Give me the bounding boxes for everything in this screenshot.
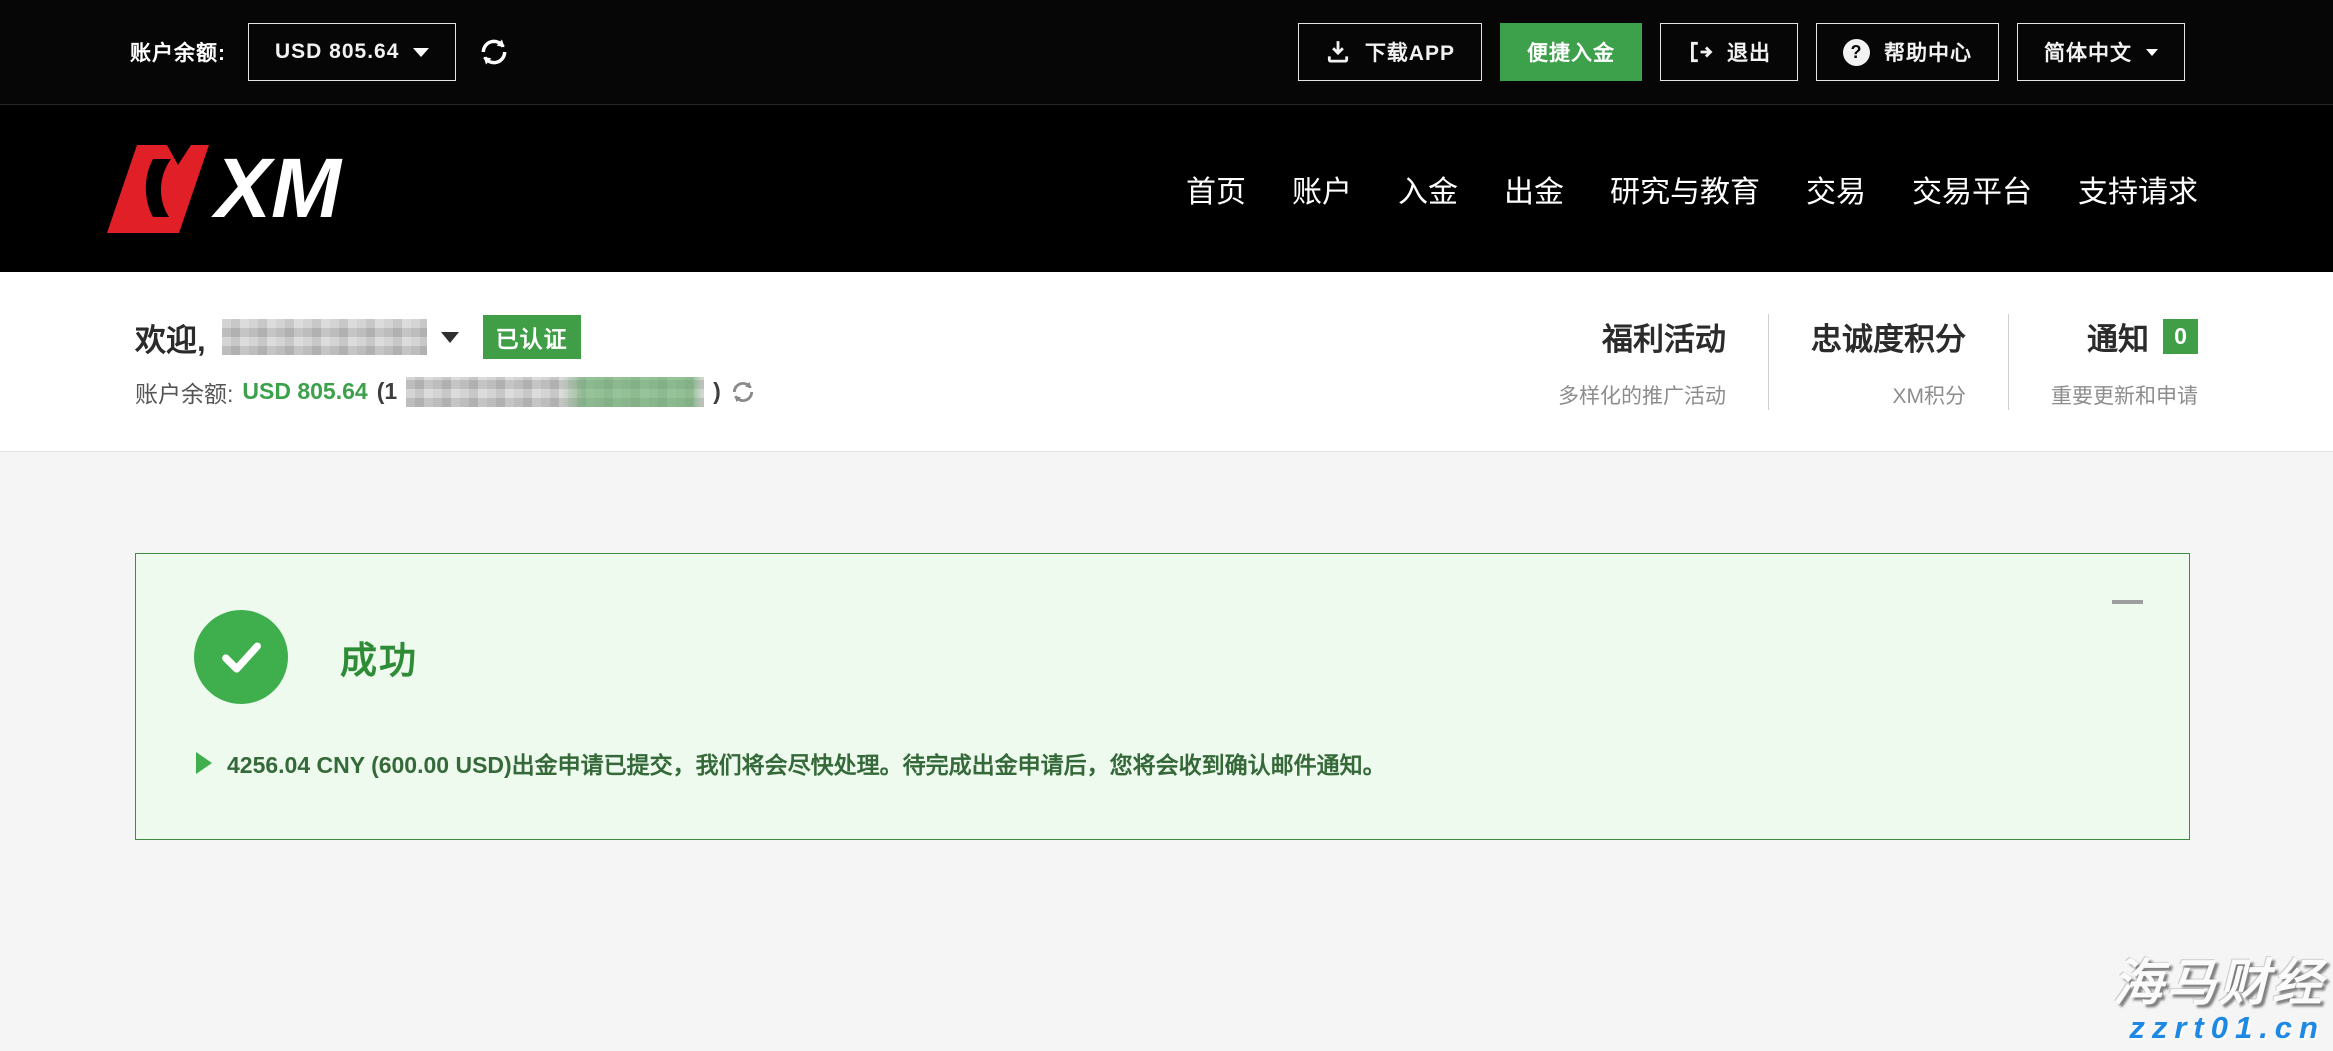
balance-dropdown[interactable]: USD 805.64 — [248, 23, 456, 81]
bullet-triangle-icon — [196, 752, 212, 774]
logout-button[interactable]: 退出 — [1660, 23, 1798, 81]
username-dropdown[interactable] — [222, 319, 459, 355]
nav-item-deposit[interactable]: 入金 — [1398, 167, 1458, 211]
notification-count-badge: 0 — [2163, 319, 2198, 354]
xm-logo[interactable]: XM — [95, 141, 353, 237]
language-dropdown[interactable]: 简体中文 — [2017, 23, 2185, 81]
main-header: XM 首页 账户 入金 出金 研究与教育 交易 交易平台 支持请求 — [0, 105, 2333, 272]
account-number-prefix: (1 — [377, 378, 397, 405]
balance-dropdown-value: USD 805.64 — [275, 40, 399, 64]
help-center-label: 帮助中心 — [1884, 37, 1972, 67]
account-number-suffix: ) — [713, 378, 721, 405]
success-title: 成功 — [340, 630, 418, 684]
stat-notifications-subtitle: 重要更新和申请 — [2051, 380, 2198, 410]
refresh-icon — [730, 379, 756, 405]
stat-loyalty-subtitle: XM积分 — [1811, 380, 1966, 410]
nav-item-withdraw[interactable]: 出金 — [1504, 167, 1564, 211]
help-center-button[interactable]: ? 帮助中心 — [1816, 23, 1999, 81]
success-check-icon — [194, 610, 288, 704]
help-icon: ? — [1843, 39, 1870, 66]
nav-item-platforms[interactable]: 交易平台 — [1912, 167, 2032, 211]
chevron-down-icon — [441, 332, 459, 343]
refresh-balance-button[interactable] — [478, 36, 510, 68]
balance-label: 账户余额: — [135, 375, 233, 409]
nav-item-support[interactable]: 支持请求 — [2078, 167, 2198, 211]
refresh-account-button[interactable] — [730, 379, 756, 405]
download-app-button[interactable]: 下载APP — [1298, 23, 1482, 81]
stat-loyalty-title: 忠诚度积分 — [1811, 314, 1966, 359]
account-number-blurred — [406, 377, 704, 407]
account-balance-label: 账户余额: — [130, 37, 226, 67]
chevron-down-icon — [2146, 49, 2158, 56]
logout-icon — [1687, 39, 1713, 65]
username-blurred — [222, 319, 427, 355]
easy-deposit-button[interactable]: 便捷入金 — [1500, 23, 1642, 81]
nav-item-trading[interactable]: 交易 — [1806, 167, 1866, 211]
welcome-strip: 欢迎, 已认证 账户余额: USD 805.64 (1 ) — [0, 272, 2333, 452]
xm-logo-text: XM — [211, 141, 343, 235]
welcome-greeting: 欢迎, — [135, 315, 206, 360]
success-alert: 成功 4256.04 CNY (600.00 USD)出金申请已提交，我们将会尽… — [135, 553, 2190, 840]
main-nav: 首页 账户 入金 出金 研究与教育 交易 交易平台 支持请求 — [1186, 167, 2198, 211]
download-app-label: 下载APP — [1365, 37, 1455, 67]
stat-loyalty[interactable]: 忠诚度积分 XM积分 — [1768, 314, 2008, 410]
nav-item-home[interactable]: 首页 — [1186, 167, 1246, 211]
logout-label: 退出 — [1727, 37, 1771, 67]
stat-promotions-title: 福利活动 — [1558, 314, 1726, 359]
success-message: 4256.04 CNY (600.00 USD)出金申请已提交，我们将会尽快处理… — [227, 746, 1386, 780]
content-area: 成功 4256.04 CNY (600.00 USD)出金申请已提交，我们将会尽… — [0, 452, 2333, 1051]
stat-notifications[interactable]: 通知 0 重要更新和申请 — [2008, 314, 2198, 410]
refresh-icon — [478, 36, 510, 68]
watermark: 海马财经 zzrt01.cn — [2113, 957, 2325, 1045]
stat-promotions-subtitle: 多样化的推广活动 — [1558, 380, 1726, 410]
language-label: 简体中文 — [2044, 37, 2132, 67]
balance-value: USD 805.64 — [242, 378, 367, 405]
top-utility-bar: 账户余额: USD 805.64 下载A — [0, 0, 2333, 105]
download-icon — [1325, 39, 1351, 65]
stat-notifications-title: 通知 — [2087, 314, 2149, 359]
verified-badge: 已认证 — [483, 315, 581, 359]
easy-deposit-label: 便捷入金 — [1527, 37, 1615, 67]
watermark-title: 海马财经 — [2113, 957, 2325, 1010]
nav-item-account[interactable]: 账户 — [1292, 167, 1352, 211]
collapse-icon[interactable] — [2112, 600, 2143, 604]
chevron-down-icon — [413, 48, 429, 57]
nav-item-research-education[interactable]: 研究与教育 — [1610, 167, 1760, 211]
stat-promotions[interactable]: 福利活动 多样化的推广活动 — [1516, 314, 1768, 410]
watermark-url: zzrt01.cn — [2113, 1012, 2325, 1045]
